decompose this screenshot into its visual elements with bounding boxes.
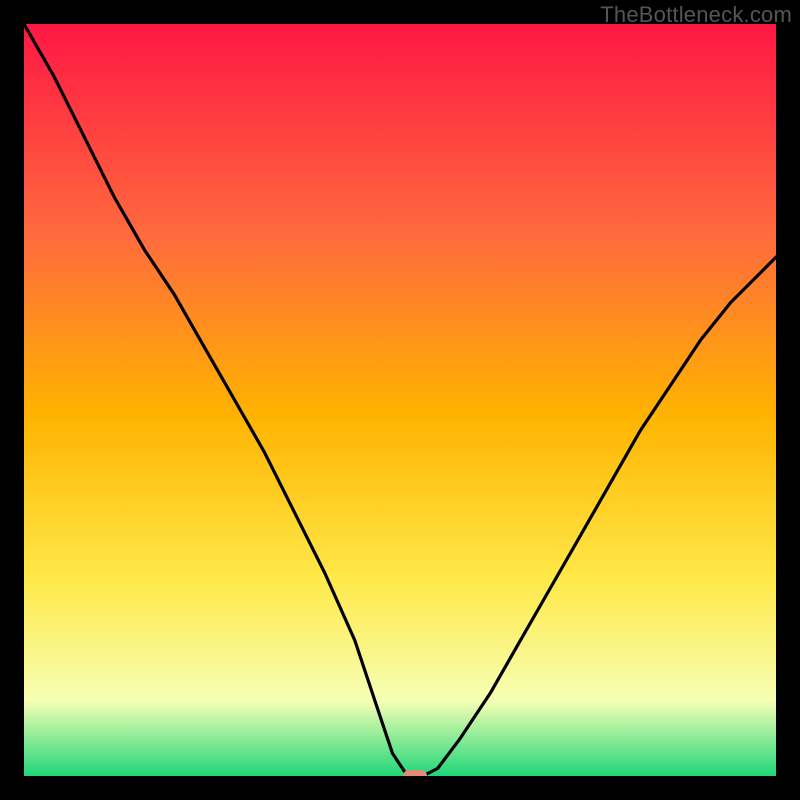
chart-frame: TheBottleneck.com (0, 0, 800, 800)
chart-svg (24, 24, 776, 776)
watermark-text: TheBottleneck.com (600, 2, 792, 28)
gradient-background (24, 24, 776, 776)
minimum-marker (403, 770, 427, 776)
plot-area (24, 24, 776, 776)
